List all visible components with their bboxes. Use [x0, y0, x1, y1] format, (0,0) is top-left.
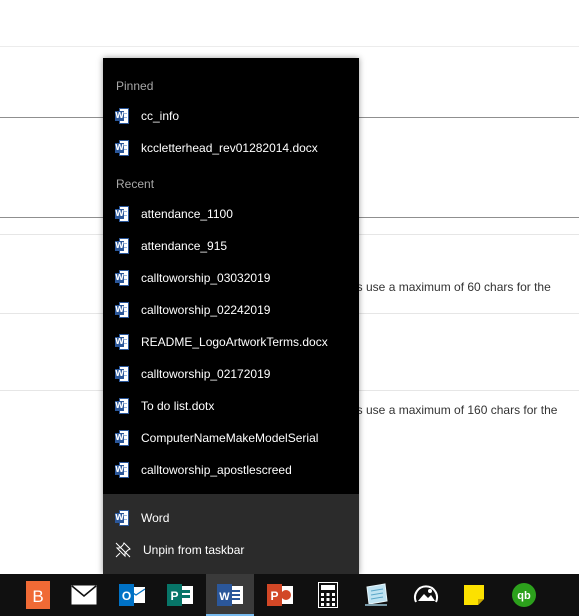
pinned-item-label: kccletterhead_rev01282014.docx: [141, 141, 318, 155]
pinned-item-label: cc_info: [141, 109, 180, 123]
blogger-icon: B: [26, 581, 50, 609]
word-document-icon: W: [115, 430, 129, 446]
open-word-task[interactable]: W Word: [103, 502, 359, 534]
svg-text:B: B: [32, 587, 43, 606]
publisher-icon: P: [167, 582, 193, 608]
recent-item[interactable]: W calltoworship_03032019: [103, 262, 359, 294]
help-text: es use a maximum of 160 chars for the: [350, 403, 558, 417]
recent-item-label: calltoworship_02172019: [141, 367, 271, 381]
taskbar-button-powerpoint[interactable]: P: [256, 574, 304, 616]
svg-text:O: O: [122, 589, 131, 603]
word-document-icon: W: [115, 140, 129, 156]
mail-icon: [71, 585, 97, 605]
word-app-icon: W: [115, 510, 129, 526]
taskbar-button-word[interactable]: W: [206, 574, 254, 616]
taskbar-button-notepad[interactable]: [352, 574, 400, 616]
word-template-icon: W: [115, 398, 129, 414]
recent-item-label: attendance_1100: [141, 207, 233, 221]
word-document-icon: W: [115, 206, 129, 222]
recent-item[interactable]: W attendance_1100: [103, 198, 359, 230]
outlook-icon: O: [119, 582, 145, 608]
taskbar: B O P W P qb: [0, 574, 579, 616]
svg-text:P: P: [270, 589, 278, 603]
word-jump-list: Pinned W cc_info W kccletterhead_rev0128…: [103, 58, 359, 574]
taskbar-button-calculator[interactable]: [304, 574, 352, 616]
svg-text:qb: qb: [517, 590, 531, 602]
taskbar-button-outlook[interactable]: O: [108, 574, 156, 616]
recent-item[interactable]: W README_LogoArtworkTerms.docx: [103, 326, 359, 358]
word-document-icon: W: [115, 108, 129, 124]
recent-item-label: calltoworship_03032019: [141, 271, 271, 285]
taskbar-button-publisher[interactable]: P: [156, 574, 204, 616]
pinned-item[interactable]: W cc_info: [103, 100, 359, 132]
recent-item-label: calltoworship_apostlescreed: [141, 463, 292, 477]
recent-header: Recent: [116, 177, 155, 191]
recent-item-label: attendance_915: [141, 239, 228, 253]
recent-item-label: README_LogoArtworkTerms.docx: [141, 335, 328, 349]
recent-item[interactable]: W ComputerNameMakeModelSerial: [103, 422, 359, 454]
sticky-notes-icon: [462, 583, 486, 607]
word-document-icon: W: [115, 334, 129, 350]
svg-text:W: W: [219, 591, 230, 603]
svg-text:P: P: [170, 589, 178, 603]
taskbar-button-sticky-notes[interactable]: [450, 574, 498, 616]
powerpoint-icon: P: [267, 582, 293, 608]
open-word-label: Word: [141, 511, 170, 525]
recent-item[interactable]: W attendance_915: [103, 230, 359, 262]
notepad-icon: [363, 583, 389, 607]
taskbar-button-quickbooks[interactable]: qb: [500, 574, 548, 616]
pinned-item[interactable]: W kccletterhead_rev01282014.docx: [103, 132, 359, 164]
photos-icon: [413, 584, 439, 606]
recent-item[interactable]: W calltoworship_02172019: [103, 358, 359, 390]
word-document-icon: W: [115, 270, 129, 286]
unpin-icon: [115, 542, 131, 558]
recent-item[interactable]: W calltoworship_02242019: [103, 294, 359, 326]
help-text: es use a maximum of 60 chars for the: [350, 280, 551, 294]
calculator-icon: [318, 582, 338, 608]
recent-item[interactable]: W calltoworship_apostlescreed: [103, 454, 359, 486]
taskbar-button-photos[interactable]: [402, 574, 450, 616]
word-document-icon: W: [115, 366, 129, 382]
recent-item-label: To do list.dotx: [141, 399, 215, 413]
taskbar-button-mail[interactable]: [60, 574, 108, 616]
word-document-icon: W: [115, 238, 129, 254]
unpin-from-taskbar-task[interactable]: Unpin from taskbar: [103, 534, 359, 566]
taskbar-button-blogger[interactable]: B: [14, 574, 62, 616]
recent-item-label: calltoworship_02242019: [141, 303, 271, 317]
word-icon: W: [217, 582, 243, 608]
divider: [0, 46, 579, 47]
word-document-icon: W: [115, 302, 129, 318]
unpin-label: Unpin from taskbar: [143, 543, 245, 557]
word-document-icon: W: [115, 462, 129, 478]
recent-item[interactable]: W To do list.dotx: [103, 390, 359, 422]
pinned-header: Pinned: [116, 79, 154, 93]
recent-item-label: ComputerNameMakeModelSerial: [141, 431, 319, 445]
quickbooks-icon: qb: [511, 582, 537, 608]
jump-list-tasks: W Word Unpin from taskbar: [103, 494, 359, 574]
